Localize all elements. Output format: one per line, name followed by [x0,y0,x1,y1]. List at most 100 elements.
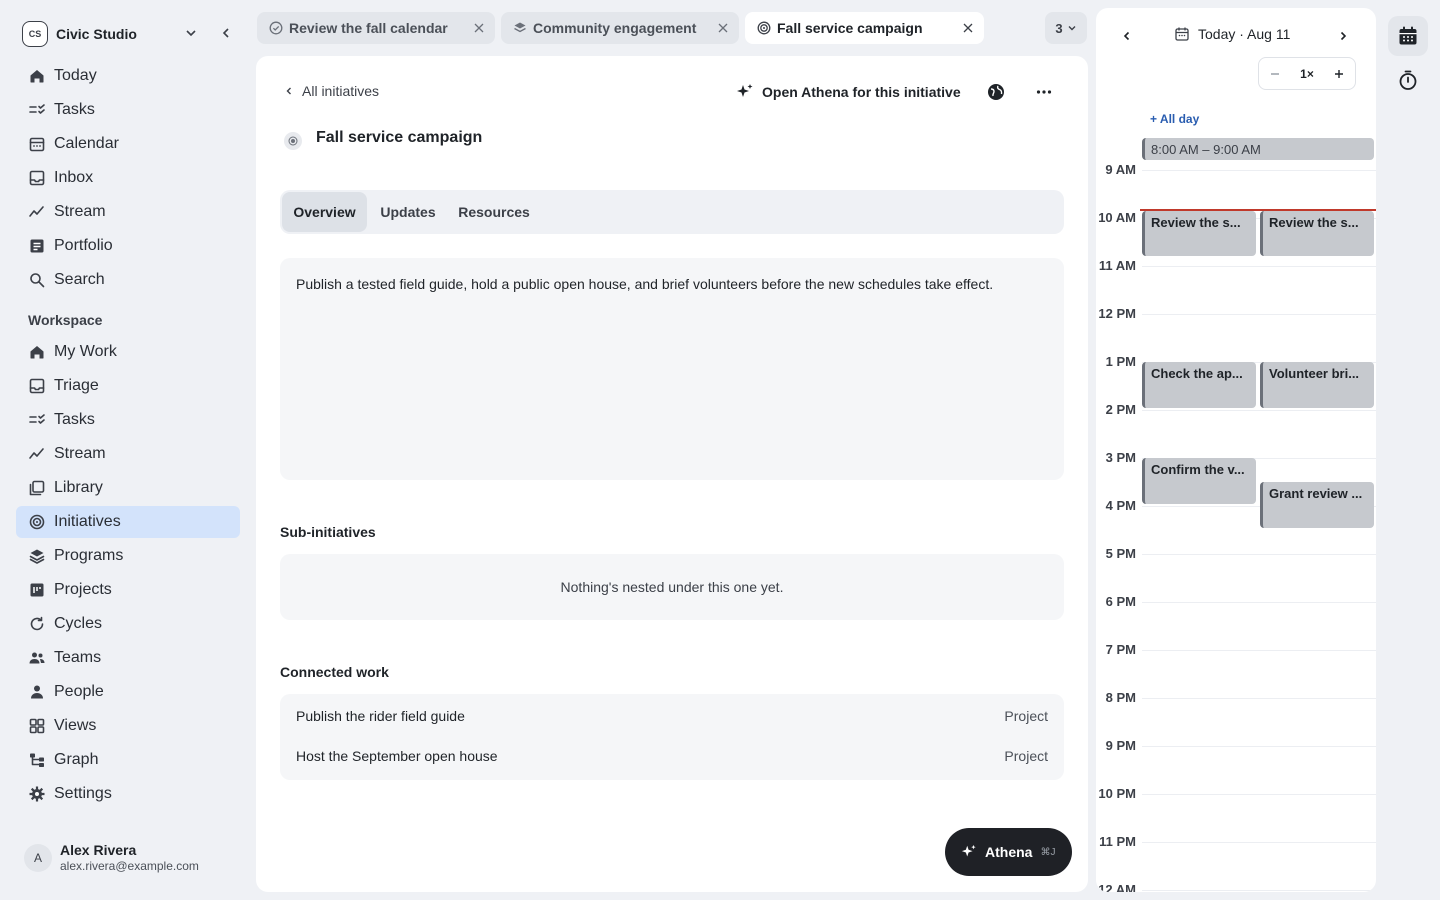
teams-icon [28,649,46,667]
close-icon[interactable] [717,22,729,34]
calendar-today-button[interactable]: Today · Aug 11 [1174,26,1290,42]
sidebar-item-my-work[interactable]: My Work [16,336,240,368]
workspace-section-label: Workspace [28,312,103,328]
programs-icon [513,21,527,35]
sidebar-item-portfolio[interactable]: Portfolio [16,230,240,262]
hour-gridline [1142,842,1376,843]
calendar-event[interactable]: 8:00 AM – 9:00 AM [1142,138,1374,160]
more-options-icon[interactable] [1035,83,1053,101]
workspace-switcher[interactable]: CS Civic Studio [22,20,242,48]
graph-icon [28,751,46,769]
sparkle-icon [961,844,976,857]
sidebar-item-calendar[interactable]: Calendar [16,128,240,160]
sidebar-item-stream[interactable]: Stream [16,196,240,228]
tab-resources[interactable]: Resources [450,192,538,232]
settings-icon [28,785,46,803]
sidebar-item-inbox[interactable]: Inbox [16,162,240,194]
workspace-logo: CS [22,21,48,47]
close-icon[interactable] [962,22,974,34]
list-item[interactable]: Publish the rider field guide Project [296,708,1048,728]
hour-gridline [1142,698,1376,699]
tab-overview[interactable]: Overview [282,192,367,232]
sidebar-item-projects[interactable]: Projects [16,574,240,606]
sidebar-item-label: Teams [54,649,102,666]
calendar-event[interactable]: Confirm the v... [1142,458,1256,504]
sidebar-item-label: Stream [54,203,106,220]
sidebar-item-label: Projects [54,581,112,598]
tab-overflow-count: 3 [1055,20,1063,36]
calendar-event[interactable]: Check the ap... [1142,362,1256,408]
user-email: alex.rivera@example.com [60,859,199,873]
tab-updates[interactable]: Updates [370,192,446,232]
sidebar-item-views[interactable]: Views [16,710,240,742]
sidebar-item-settings[interactable]: Settings [16,778,240,810]
calendar-event[interactable]: Review the s... [1260,211,1374,256]
calendar-date-label: Today · Aug 11 [1198,26,1291,42]
sidebar-item-programs[interactable]: Programs [16,540,240,572]
calendar-event[interactable]: Review the s... [1142,211,1256,256]
timer-panel-toggle[interactable] [1388,60,1428,100]
sidebar-item-cycles[interactable]: Cycles [16,608,240,640]
calendar-icon [1175,27,1189,41]
add-all-day-button[interactable]: + All day [1150,112,1199,126]
sidebar-item-graph[interactable]: Graph [16,744,240,776]
sidebar-item-stream[interactable]: Stream [16,438,240,470]
sidebar-item-label: Cycles [54,615,103,632]
athena-button[interactable]: Athena ⌘J [945,828,1072,876]
zoom-in-button[interactable] [1323,58,1355,89]
projects-icon [28,581,46,599]
tab-review-the-fall-calendar[interactable]: Review the fall calendar [257,12,495,44]
user-profile[interactable]: A Alex Rivera alex.rivera@example.com [24,842,199,874]
sidebar-item-library[interactable]: Library [16,472,240,504]
tab-fall-service-campaign[interactable]: Fall service campaign [745,12,984,44]
sidebar-item-today[interactable]: Today [16,60,240,92]
hour-label: 11 PM [1099,834,1136,849]
avatar: A [24,844,52,872]
chevron-right-icon[interactable] [1336,29,1350,43]
list-item[interactable]: Host the September open house Project [296,748,1048,768]
inbox-icon [28,377,46,395]
sidebar-item-triage[interactable]: Triage [16,370,240,402]
chevron-down-icon [1068,26,1076,31]
tab-community-engagement[interactable]: Community engagement [501,12,739,44]
tab-overflow-button[interactable]: 3 [1045,12,1087,44]
connected-work-name: Publish the rider field guide [296,708,465,724]
sidebar-item-teams[interactable]: Teams [16,642,240,674]
hour-gridline [1142,794,1376,795]
calendar-grid[interactable]: 9 AM 10 AM 11 AM 12 PM 1 PM 2 PM 3 PM 4 PM 5 PM 6… [1096,138,1376,892]
calendar-event[interactable]: Volunteer bri... [1260,362,1374,408]
sidebar-item-search[interactable]: Search [16,264,240,296]
chevron-left-icon[interactable] [1120,29,1134,43]
inbox-icon [28,169,46,187]
sidebar-item-people[interactable]: People [16,676,240,708]
library-icon [28,479,46,497]
connected-work-type: Project [1004,748,1048,764]
hour-label: 7 PM [1105,642,1136,657]
portfolio-icon [28,237,46,255]
back-to-initiatives-link[interactable]: All initiatives [284,83,379,99]
sidebar-item-label: Portfolio [54,237,113,254]
sidebar-item-initiatives[interactable]: Initiatives [16,506,240,538]
sidebar-item-tasks[interactable]: Tasks [16,404,240,436]
workspace-name: Civic Studio [56,26,137,42]
initiatives-icon [28,513,46,531]
zoom-out-button[interactable] [1259,58,1291,89]
sidebar-item-tasks[interactable]: Tasks [16,94,240,126]
calendar-panel-toggle[interactable] [1388,16,1428,56]
stream-icon [28,203,46,221]
tab-label: Community engagement [533,20,697,36]
open-athena-link[interactable]: Open Athena for this initiative [736,83,961,101]
sidebar-item-label: My Work [54,343,117,360]
collapse-sidebar-icon[interactable] [219,26,233,40]
calendar-event[interactable]: Grant review ... [1260,482,1374,528]
hour-gridline [1142,170,1376,171]
description-editor[interactable]: Publish a tested field guide, hold a pub… [280,258,1064,480]
search-icon [28,271,46,289]
close-icon[interactable] [473,22,485,34]
globe-icon[interactable] [987,83,1005,101]
calendar-icon [1399,26,1417,45]
sidebar-item-label: Programs [54,547,124,564]
connected-work-title: Connected work [280,664,389,680]
hour-gridline [1142,746,1376,747]
hour-label: 6 PM [1105,594,1136,609]
